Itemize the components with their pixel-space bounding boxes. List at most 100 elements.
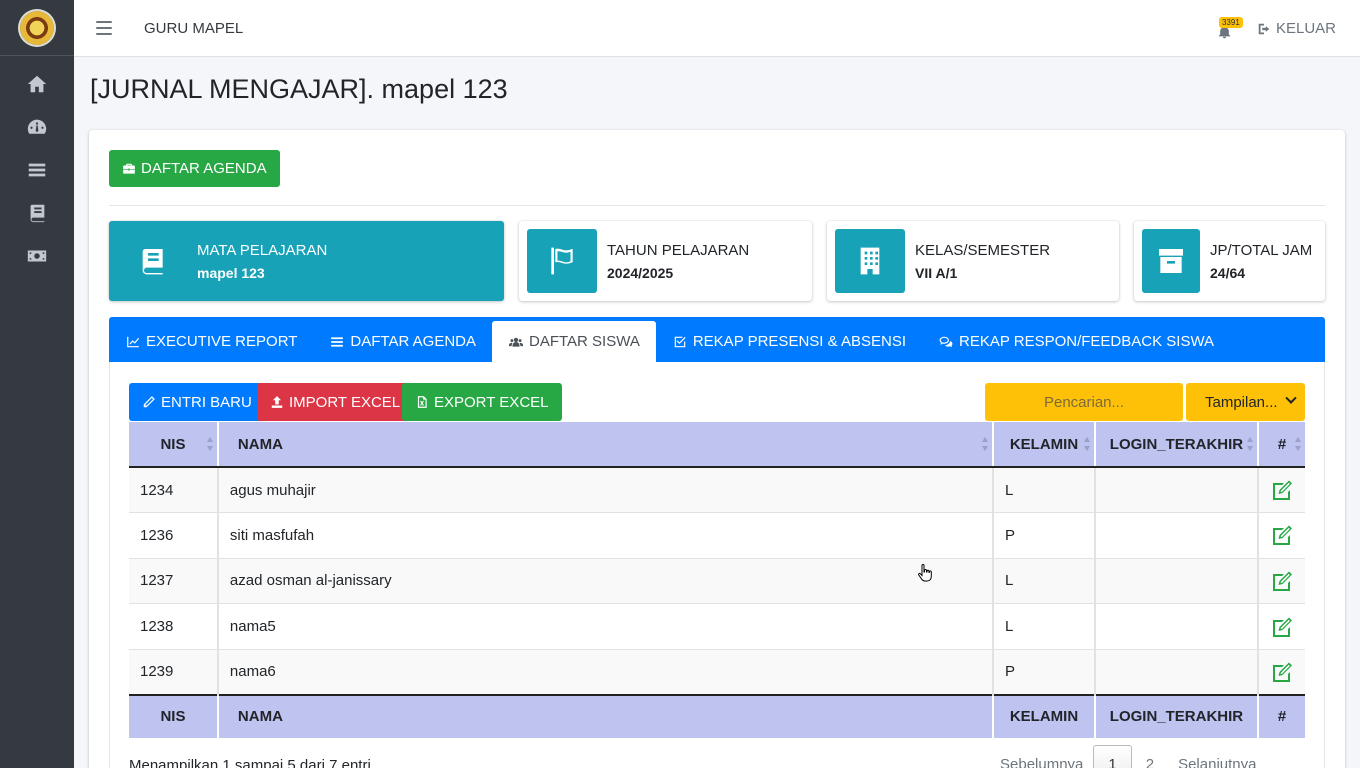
- column-header-login-terakhir[interactable]: LOGIN_TERAKHIR: [1094, 422, 1259, 468]
- sidebar-item-home[interactable]: [0, 62, 74, 105]
- column-header-kelamin[interactable]: KELAMIN: [993, 422, 1096, 468]
- cell-login-terakhir: [1094, 603, 1259, 650]
- info-box-kelas-semester: KELAS/SEMESTER VII A/1: [827, 221, 1119, 301]
- tab-rekap-respon[interactable]: REKAP RESPON/FEEDBACK SISWA: [922, 321, 1230, 362]
- daftar-agenda-button[interactable]: DAFTAR AGENDA: [109, 150, 280, 187]
- sign-out-icon: [1258, 23, 1270, 34]
- cell-kelamin: P: [993, 512, 1096, 559]
- cell-action: [1257, 512, 1305, 559]
- display-select[interactable]: Tampilan...: [1186, 383, 1305, 421]
- cell-kelamin: L: [993, 603, 1096, 650]
- navbar-brand[interactable]: GURU MAPEL: [144, 20, 243, 37]
- school-emblem-icon: [20, 10, 54, 45]
- tab-executive-report[interactable]: EXECUTIVE REPORT: [109, 321, 313, 362]
- import-excel-button[interactable]: IMPORT EXCEL: [257, 383, 414, 421]
- tab-label: REKAP PRESENSI & ABSENSI: [692, 333, 906, 350]
- cell-nis: 1236: [129, 512, 219, 559]
- table-row: 1238 nama5 L: [129, 603, 1305, 650]
- column-label: NIS: [160, 435, 186, 453]
- list-icon: [28, 163, 46, 176]
- check-square-icon: [674, 336, 686, 347]
- sort-icon: [982, 437, 989, 451]
- sidebar-item-dashboard[interactable]: [0, 105, 74, 148]
- chevron-down-icon: [1285, 392, 1297, 404]
- info-box-label: JP/TOTAL JAM: [1210, 241, 1313, 259]
- tab-label: DAFTAR SISWA: [529, 333, 640, 350]
- info-box-tahun-pelajaran: TAHUN PELAJARAN 2024/2025: [519, 221, 812, 301]
- footer-column-nis: NIS: [129, 693, 219, 738]
- pagination-page-2[interactable]: 2: [1132, 745, 1168, 768]
- dashboard-icon: [27, 119, 47, 134]
- tab-daftar-siswa[interactable]: DAFTAR SISWA: [492, 321, 656, 362]
- logout-link[interactable]: KELUAR: [1257, 20, 1336, 37]
- table-row: 1239 nama6 P: [129, 649, 1305, 696]
- hamburger-menu-icon[interactable]: [96, 21, 112, 35]
- cell-nama: siti masfufah: [217, 512, 995, 559]
- notification-count-badge: 3391: [1218, 16, 1243, 28]
- table-header-row: NIS NAMA KELAMIN LOGIN_TERAKHIR #: [129, 422, 1305, 468]
- students-table: NIS NAMA KELAMIN LOGIN_TERAKHIR # 1234 ag…: [129, 422, 1305, 738]
- tab-label: REKAP RESPON/FEEDBACK SISWA: [959, 333, 1215, 350]
- info-box-value: mapel 123: [197, 264, 265, 281]
- info-box-mata-pelajaran: MATA PELAJARAN mapel 123: [109, 221, 504, 301]
- info-box-icon: [527, 229, 597, 293]
- line-chart-icon: [127, 336, 140, 347]
- column-label: #: [1277, 435, 1287, 453]
- table-row: 1236 siti masfufah P: [129, 512, 1305, 559]
- sidebar-item-list[interactable]: [0, 148, 74, 191]
- pencil-icon: [143, 396, 155, 408]
- file-excel-icon: [417, 396, 427, 408]
- sidebar-item-money[interactable]: [0, 234, 74, 277]
- info-box-label: TAHUN PELAJARAN: [607, 241, 750, 259]
- cell-nama: agus muhajir: [217, 467, 995, 514]
- app-logo[interactable]: [0, 0, 74, 56]
- table-info: Menampilkan 1 sampai 5 dari 7 entri: [129, 757, 371, 768]
- cell-kelamin: P: [993, 649, 1096, 696]
- column-label: NAMA: [237, 435, 283, 453]
- column-header-action[interactable]: #: [1257, 422, 1305, 468]
- edit-icon[interactable]: [1270, 570, 1294, 592]
- cell-kelamin: L: [993, 558, 1096, 605]
- book-icon: [142, 249, 163, 275]
- export-excel-label: EXPORT EXCEL: [434, 393, 549, 411]
- pagination-prev[interactable]: Sebelumnya: [990, 745, 1093, 768]
- tab-daftar-agenda[interactable]: DAFTAR AGENDA: [313, 321, 492, 362]
- cell-action: [1257, 603, 1305, 650]
- notification-bell[interactable]: 3391: [1217, 16, 1243, 38]
- export-excel-button[interactable]: EXPORT EXCEL: [402, 383, 562, 421]
- display-select-value: Tampilan...: [1205, 393, 1278, 411]
- edit-icon[interactable]: [1270, 616, 1294, 638]
- sort-icon: [1083, 437, 1090, 451]
- sidebar-item-book[interactable]: [0, 191, 74, 234]
- edit-icon[interactable]: [1270, 479, 1294, 501]
- info-box-value: 2024/2025: [607, 264, 674, 281]
- info-box-jp-total-jam: JP/TOTAL JAM 24/64: [1134, 221, 1325, 301]
- info-box-icon: [835, 229, 905, 293]
- cell-login-terakhir: [1094, 467, 1259, 514]
- users-icon: [509, 337, 523, 347]
- divider: [109, 205, 1325, 206]
- column-label: KELAMIN: [1009, 435, 1079, 453]
- footer-column-kelamin: KELAMIN: [993, 693, 1096, 738]
- info-box-value: 24/64: [1210, 264, 1246, 281]
- edit-icon[interactable]: [1270, 661, 1294, 683]
- column-header-nis[interactable]: NIS: [129, 422, 219, 468]
- cell-nama: nama6: [217, 649, 995, 696]
- info-box-label: KELAS/SEMESTER: [915, 241, 1051, 259]
- cell-nis: 1237: [129, 558, 219, 605]
- column-header-nama[interactable]: NAMA: [217, 422, 995, 468]
- cell-nis: 1239: [129, 649, 219, 696]
- pagination-next[interactable]: Selanjutnya: [1168, 745, 1266, 768]
- tab-rekap-presensi[interactable]: REKAP PRESENSI & ABSENSI: [656, 321, 922, 362]
- archive-icon: [1159, 249, 1183, 273]
- comments-icon: [939, 336, 953, 347]
- pagination-page-1[interactable]: 1: [1093, 745, 1132, 768]
- info-box-label: MATA PELAJARAN: [197, 241, 328, 259]
- info-box-icon: [117, 229, 187, 293]
- edit-icon[interactable]: [1270, 524, 1294, 546]
- sort-icon: [206, 437, 213, 451]
- entri-baru-button[interactable]: ENTRI BARU: [129, 383, 265, 421]
- cell-nama: nama5: [217, 603, 995, 650]
- search-input[interactable]: [985, 383, 1183, 421]
- briefcase-icon: [123, 163, 135, 174]
